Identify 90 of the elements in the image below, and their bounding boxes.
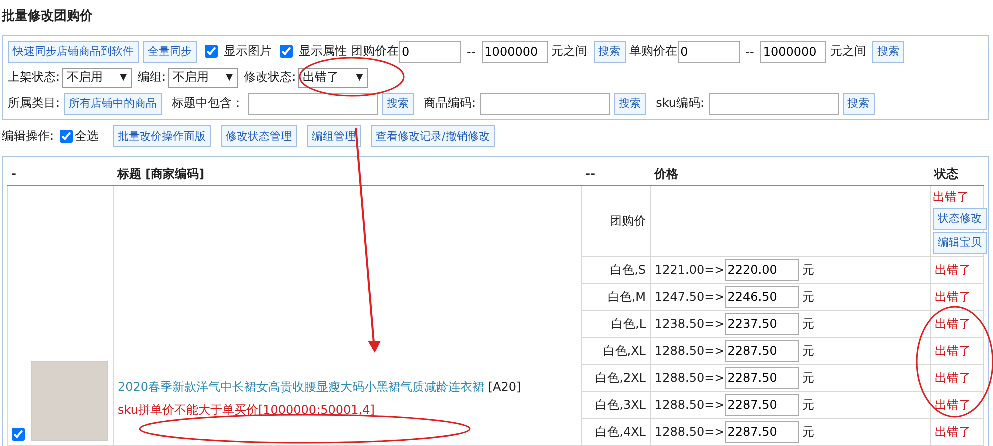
row-checkbox[interactable] xyxy=(12,428,25,441)
sku-name: 白色,4XL xyxy=(596,424,646,438)
old-price: 1288.50=> xyxy=(655,344,725,358)
search-button[interactable]: 搜索 xyxy=(594,40,626,62)
new-price-field[interactable]: 2246.50 xyxy=(724,286,799,308)
sync-button[interactable]: 快速同步店铺商品到软件 xyxy=(8,40,139,62)
checkbox[interactable] xyxy=(280,45,293,58)
status-text: 出错了 xyxy=(935,370,971,384)
new-price-field[interactable]: 2287.50 xyxy=(724,421,799,443)
filter-label: 标题中包含： xyxy=(172,95,244,112)
product-title: 2020春季新款洋气中长裙女高贵收腰显瘦大码小黑裙气质减龄连衣裙 [A20] xyxy=(118,379,522,396)
range-separator: -- xyxy=(746,44,754,58)
sku-name: 白色,S xyxy=(610,262,646,276)
sku-name: 白色,XL xyxy=(603,344,646,358)
select-label: 编组: xyxy=(138,69,166,86)
unit-label: 元 xyxy=(802,370,815,386)
unit-label: 元 xyxy=(802,316,815,332)
range-label: 团购价在 xyxy=(351,43,399,60)
column-header: -- xyxy=(582,163,650,186)
toolbar-button[interactable]: 批量改价操作面版 xyxy=(113,125,212,147)
old-price: 1288.50=> xyxy=(655,371,725,385)
status-text: 出错了 xyxy=(935,262,971,276)
new-price-field[interactable]: 2287.50 xyxy=(724,340,799,362)
column-header: 价格 xyxy=(650,163,930,186)
old-price: 1288.50=> xyxy=(655,425,725,439)
column-header: 标题 [商家编码] xyxy=(114,163,582,186)
new-price-field[interactable]: 2287.50 xyxy=(724,394,799,416)
row-action-button[interactable]: 状态修改 xyxy=(933,208,987,230)
column-header: - xyxy=(8,163,114,186)
row-action-button[interactable]: 编辑宝贝 xyxy=(933,232,987,254)
select-label: 修改状态: xyxy=(244,69,296,86)
status-text: 出错了 xyxy=(933,188,969,206)
filter-label: 商品编码: xyxy=(424,95,476,112)
category-button[interactable]: 所有店铺中的商品 xyxy=(64,92,162,114)
unit-label: 元 xyxy=(802,288,815,306)
unit-label: 元 xyxy=(802,424,815,440)
toolbar-button[interactable]: 编组管理 xyxy=(307,125,362,147)
unit-label: 元 xyxy=(802,396,815,414)
select-all-checkbox[interactable] xyxy=(60,130,74,142)
status-text: 出错了 xyxy=(935,344,971,358)
sku-name: 白色,L xyxy=(612,316,646,330)
toolbar-button[interactable]: 查看修改记录/撤销修改 xyxy=(371,125,495,147)
status-text: 出错了 xyxy=(935,424,971,438)
page-title: 批量修改团购价 xyxy=(0,8,94,26)
range-label: 单购价在 xyxy=(630,43,678,60)
toolbar-button[interactable]: 修改状态管理 xyxy=(221,125,298,147)
status-text: 出错了 xyxy=(935,398,971,412)
checkbox-label: 显示图片 xyxy=(224,43,272,60)
old-price: 1221.00=> xyxy=(655,263,725,277)
sku-name: 白色,2XL xyxy=(596,370,646,384)
min-price-field[interactable]: 0 xyxy=(678,40,740,62)
column-header: 状态 xyxy=(930,163,984,186)
checkbox-label: 显示属性 xyxy=(299,43,347,60)
search-button[interactable]: 搜索 xyxy=(842,92,875,114)
text-field[interactable] xyxy=(708,92,839,114)
new-price-field[interactable]: 2220.00 xyxy=(724,259,799,281)
dropdown[interactable]: 不启用 ▼ xyxy=(168,68,238,88)
min-price-field[interactable]: 0 xyxy=(399,40,461,62)
checkbox[interactable] xyxy=(205,45,218,58)
old-price: 1288.50=> xyxy=(655,398,725,412)
new-price-field[interactable]: 2237.50 xyxy=(724,313,799,335)
unit-label: 元之间 xyxy=(552,43,588,60)
status-text: 出错了 xyxy=(935,290,971,304)
range-separator: -- xyxy=(467,44,476,58)
category-label: 所属类目: xyxy=(8,95,60,112)
max-price-field[interactable]: 1000000 xyxy=(482,40,548,62)
old-price: 1238.50=> xyxy=(655,317,725,331)
old-price: 1247.50=> xyxy=(655,290,725,304)
new-price-field[interactable]: 2287.50 xyxy=(724,367,799,389)
sku-name: 白色,M xyxy=(608,290,646,304)
dropdown[interactable]: 不启用 ▼ xyxy=(62,68,132,88)
text-field[interactable] xyxy=(480,92,610,114)
unit-label: 元 xyxy=(802,342,815,360)
price-type-label: 团购价 xyxy=(610,214,646,228)
select-label: 上架状态: xyxy=(8,69,60,86)
search-button[interactable]: 搜索 xyxy=(872,40,904,62)
select-all-label: 全选 xyxy=(75,128,100,144)
edit-ops-label: 编辑操作: xyxy=(2,128,54,144)
text-field[interactable] xyxy=(248,92,378,114)
error-message: sku拼单价不能大于单买价[1000000:50001,4] xyxy=(118,402,376,419)
unit-label: 元 xyxy=(802,262,815,278)
sku-name: 白色,3XL xyxy=(596,398,646,412)
unit-label: 元之间 xyxy=(830,43,866,60)
filter-label: sku编码: xyxy=(656,95,705,112)
max-price-field[interactable]: 1000000 xyxy=(760,40,826,62)
dropdown[interactable]: 出错了 ▼ xyxy=(298,68,368,88)
status-text: 出错了 xyxy=(935,316,971,330)
search-button[interactable]: 搜索 xyxy=(382,92,414,114)
search-button[interactable]: 搜索 xyxy=(614,92,646,114)
full-sync-button[interactable]: 全量同步 xyxy=(143,40,197,62)
